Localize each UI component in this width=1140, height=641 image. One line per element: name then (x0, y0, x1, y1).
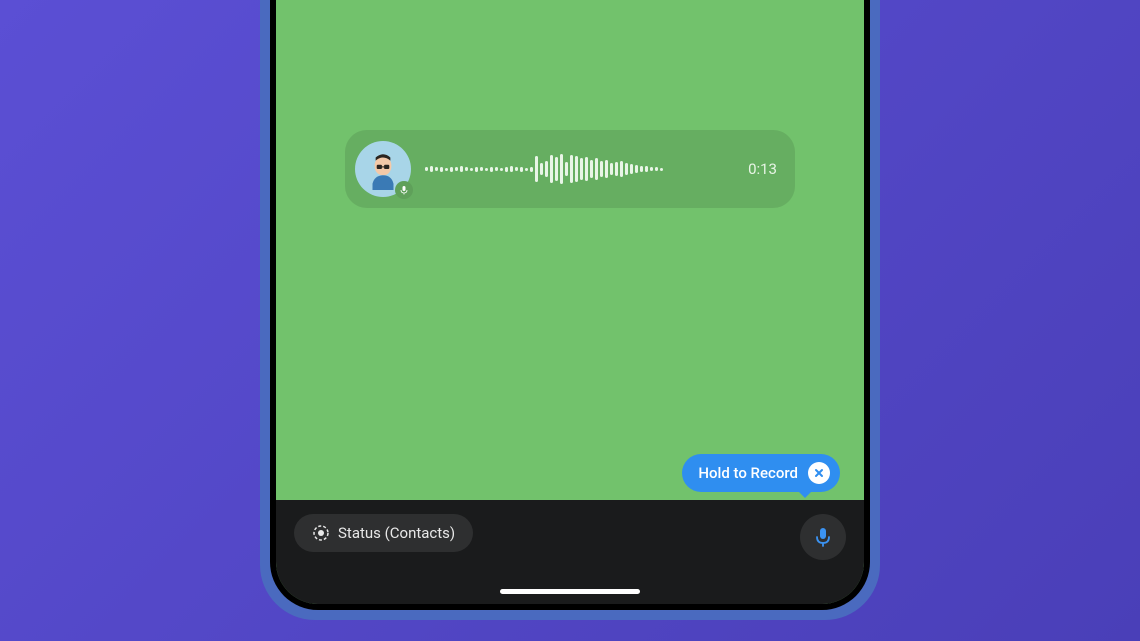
wave-bar (610, 163, 613, 175)
wave-bar (485, 168, 488, 171)
wave-bar (465, 167, 468, 171)
wave-bar (615, 162, 618, 176)
wave-bar (490, 167, 493, 172)
wave-bar (520, 167, 523, 172)
wave-bar (655, 167, 658, 171)
wave-bar (450, 167, 453, 172)
avatar-mic-badge (395, 181, 413, 199)
wave-bar (425, 167, 428, 171)
wave-bar (525, 168, 528, 171)
phone-frame: 0:13 Hold to Record Status (C (260, 0, 880, 620)
close-icon (813, 467, 825, 479)
wave-bar (645, 166, 648, 172)
wave-bar (660, 168, 663, 171)
status-label: Status (Contacts) (338, 524, 455, 542)
wave-bar (575, 156, 578, 182)
status-pill[interactable]: Status (Contacts) (294, 514, 473, 552)
microphone-icon (812, 526, 834, 548)
wave-bar (580, 158, 583, 180)
bottom-bar: Status (Contacts) (276, 500, 864, 604)
record-mic-button[interactable] (800, 514, 846, 560)
voice-duration: 0:13 (748, 160, 777, 178)
avatar[interactable] (355, 141, 411, 197)
wave-bar (635, 165, 638, 173)
phone-bezel: 0:13 Hold to Record Status (C (270, 0, 870, 610)
wave-bar (535, 156, 538, 182)
wave-bar (600, 161, 603, 177)
waveform[interactable] (425, 149, 734, 189)
wave-bar (555, 157, 558, 181)
chat-screen: 0:13 Hold to Record Status (C (276, 0, 864, 604)
wave-bar (530, 167, 533, 172)
wave-bar (565, 162, 568, 176)
wave-bar (440, 167, 443, 172)
wave-bar (605, 160, 608, 178)
wave-bar (505, 167, 508, 172)
wave-bar (640, 166, 643, 172)
wave-bar (595, 158, 598, 180)
wave-bar (545, 161, 548, 177)
home-indicator[interactable] (500, 589, 640, 594)
wave-bar (515, 167, 518, 171)
wave-bar (625, 163, 628, 175)
wave-bar (500, 168, 503, 171)
wave-bar (435, 167, 438, 171)
wave-bar (480, 167, 483, 171)
wave-bar (550, 155, 553, 183)
wave-bar (570, 155, 573, 183)
microphone-icon (399, 185, 409, 195)
wave-bar (630, 164, 633, 174)
tooltip-close-button[interactable] (808, 462, 830, 484)
wave-bar (590, 160, 593, 178)
wave-bar (475, 167, 478, 172)
wave-bar (510, 166, 513, 172)
wave-bar (540, 163, 543, 175)
wave-bar (650, 167, 653, 171)
wave-bar (560, 154, 563, 184)
tooltip-label: Hold to Record (698, 464, 798, 482)
wave-bar (620, 161, 623, 177)
hold-to-record-tooltip: Hold to Record (682, 454, 840, 492)
wave-bar (460, 166, 463, 172)
wave-bar (585, 157, 588, 181)
voice-message-bubble[interactable]: 0:13 (345, 130, 795, 208)
wave-bar (470, 168, 473, 171)
wave-bar (495, 167, 498, 171)
wave-bar (430, 166, 433, 172)
wave-bar (455, 167, 458, 171)
wave-bar (445, 168, 448, 171)
status-ring-icon (312, 524, 330, 542)
